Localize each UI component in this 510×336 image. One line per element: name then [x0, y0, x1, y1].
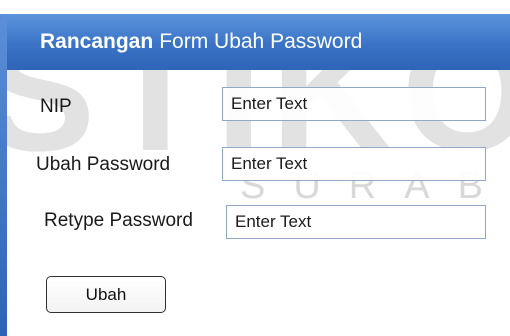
window-title-bar: Rancangan Form Ubah Password	[7, 14, 510, 70]
window-title-bold: Rancangan	[40, 30, 154, 53]
window-title-text: Form Ubah Password	[159, 30, 363, 53]
nip-input[interactable]: Enter Text	[222, 87, 486, 121]
retype-password-label: Retype Password	[44, 210, 193, 231]
retype-password-input[interactable]: Enter Text	[226, 205, 486, 239]
new-password-label: Ubah Password	[36, 154, 171, 175]
window-left-edge	[0, 14, 7, 336]
ubah-button[interactable]: Ubah	[46, 276, 166, 313]
nip-label: NIP	[40, 96, 72, 117]
new-password-input[interactable]: Enter Text	[222, 147, 486, 181]
